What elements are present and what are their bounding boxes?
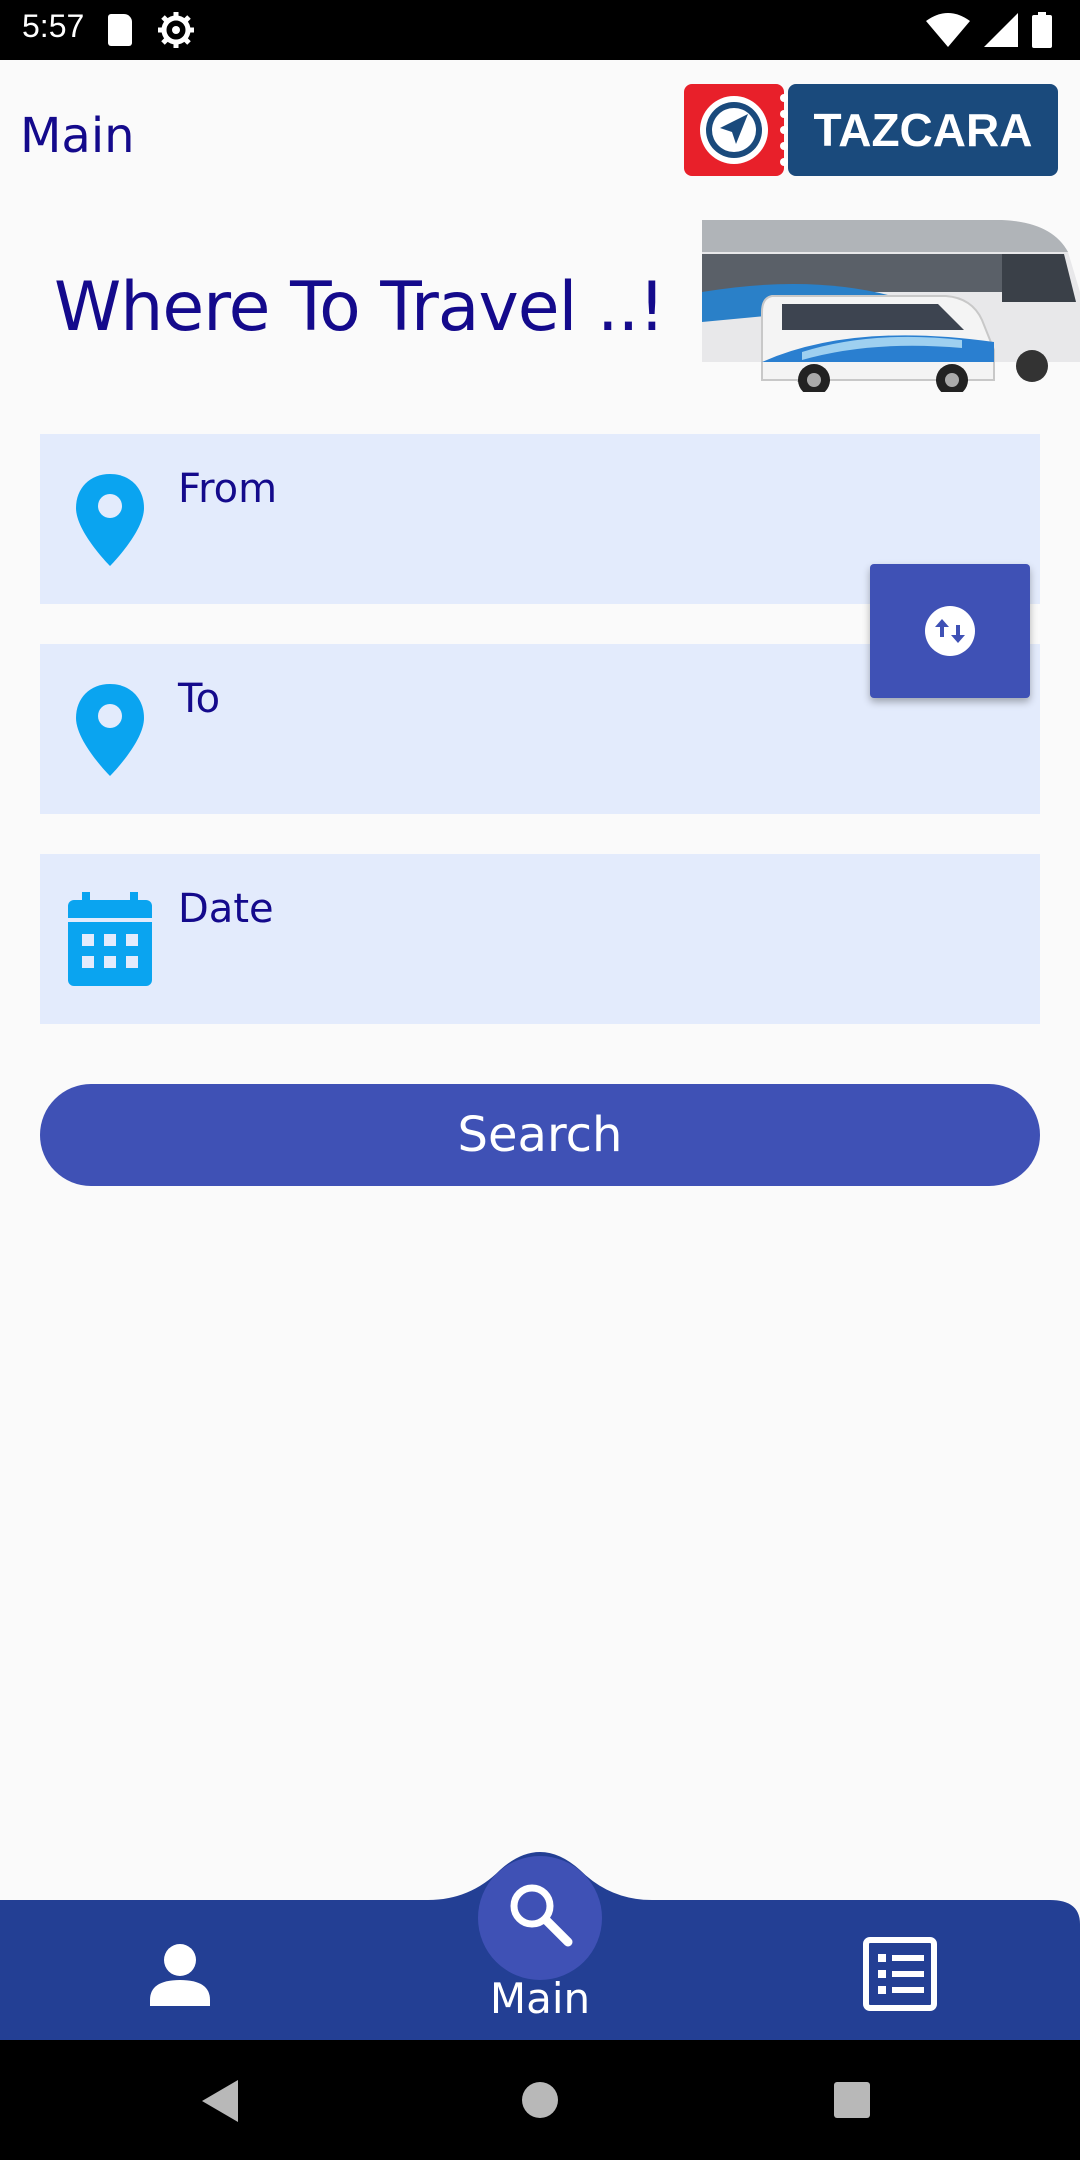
home-icon[interactable] <box>522 2082 558 2118</box>
tazcara-logo: TAZCARA <box>684 84 1058 176</box>
date-field[interactable]: Date <box>40 854 1040 1024</box>
to-label: To <box>178 676 221 722</box>
date-label: Date <box>178 886 274 932</box>
calendar-icon <box>68 892 152 986</box>
location-pin-icon <box>76 684 144 776</box>
wifi-icon <box>926 13 970 47</box>
sd-card-icon <box>108 14 132 46</box>
bus-van-image <box>702 220 1080 392</box>
from-label: From <box>178 466 278 512</box>
list-icon[interactable] <box>860 1934 940 2014</box>
battery-icon <box>1032 12 1052 48</box>
swap-locations-button[interactable] <box>870 564 1030 698</box>
nav-main-button[interactable] <box>478 1856 602 1980</box>
search-button[interactable]: Search <box>40 1084 1040 1186</box>
recents-icon[interactable] <box>834 2082 870 2118</box>
swap-vertical-icon <box>925 606 975 656</box>
back-icon[interactable] <box>200 2080 240 2122</box>
page-title: Main <box>20 108 135 164</box>
location-pin-icon <box>76 474 144 566</box>
system-navigation-bar <box>0 2040 1080 2160</box>
nav-main-label[interactable]: Main <box>440 1974 640 2023</box>
status-bar: 5:57 <box>0 0 1080 60</box>
person-icon[interactable] <box>140 1936 220 2016</box>
settings-gear-icon <box>158 12 194 48</box>
status-time: 5:57 <box>22 8 85 44</box>
signal-icon <box>984 13 1018 47</box>
bottom-navigation: Main <box>0 1834 1080 2040</box>
hero-title: Where To Travel ..! <box>54 268 666 347</box>
search-icon <box>510 1884 573 1947</box>
brand-name: TAZCARA <box>814 104 1033 156</box>
